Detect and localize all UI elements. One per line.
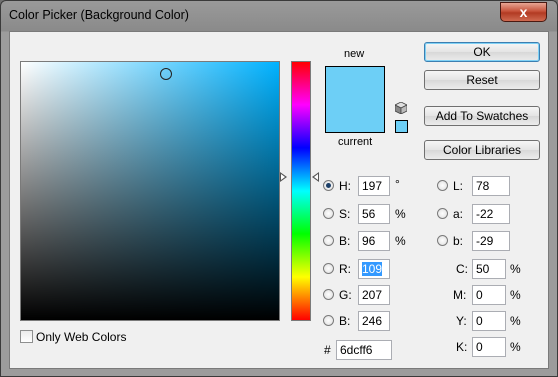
- green-label: G:: [339, 288, 352, 302]
- new-color-swatch: [325, 66, 385, 100]
- saturation-label: S:: [339, 207, 351, 221]
- yellow-input[interactable]: 0: [472, 311, 506, 331]
- lab-a-label: a:: [453, 207, 464, 221]
- lab-b-label: b:: [453, 234, 464, 248]
- hex-input[interactable]: 6dcff6: [336, 340, 392, 360]
- lab-b-input[interactable]: -29: [472, 231, 510, 251]
- hue-unit: °: [395, 177, 400, 191]
- cyan-unit: %: [510, 262, 521, 276]
- current-color-swatch[interactable]: [325, 99, 385, 133]
- new-color-label: new: [344, 48, 365, 60]
- magenta-unit: %: [510, 288, 521, 302]
- hue-input[interactable]: 197: [358, 176, 390, 196]
- blue-input[interactable]: 246: [358, 311, 390, 331]
- blue-label: B:: [339, 314, 351, 328]
- color-picker-window: Color Picker (Background Color) x new cu…: [0, 0, 558, 377]
- black-input[interactable]: 0: [472, 337, 506, 357]
- brightness-label: B:: [339, 234, 351, 248]
- black-label: K:: [456, 340, 468, 354]
- saturation-unit: %: [395, 207, 406, 221]
- lab-a-radio[interactable]: [437, 208, 448, 219]
- hue-slider-right-arrow-icon[interactable]: [312, 172, 319, 182]
- color-libraries-button[interactable]: Color Libraries: [424, 140, 540, 160]
- ok-button[interactable]: OK: [424, 42, 540, 62]
- red-input-value: 109: [362, 262, 383, 276]
- title-bar[interactable]: Color Picker (Background Color) x: [1, 1, 557, 31]
- lab-l-radio[interactable]: [437, 180, 448, 191]
- close-button[interactable]: x: [500, 2, 547, 22]
- red-radio[interactable]: [323, 263, 334, 274]
- web-safe-cube-icon[interactable]: [395, 102, 407, 114]
- brightness-radio[interactable]: [323, 235, 334, 246]
- cyan-input[interactable]: 50: [472, 259, 506, 279]
- lab-l-label: L:: [453, 179, 464, 193]
- web-safe-swatch[interactable]: [395, 120, 408, 133]
- color-field[interactable]: [20, 61, 280, 321]
- yellow-unit: %: [510, 314, 521, 328]
- green-input[interactable]: 207: [358, 285, 390, 305]
- dialog-body: new current OK Reset Add To Swatches Col…: [9, 31, 549, 369]
- green-radio[interactable]: [323, 289, 334, 300]
- cyan-label: C:: [456, 262, 468, 276]
- saturation-input[interactable]: 56: [358, 204, 390, 224]
- only-web-colors-checkbox[interactable]: [20, 330, 33, 343]
- window-title: Color Picker (Background Color): [9, 8, 189, 22]
- add-to-swatches-button[interactable]: Add To Swatches: [424, 106, 540, 126]
- hue-slider-left-arrow-icon[interactable]: [280, 172, 287, 182]
- reset-button[interactable]: Reset: [424, 70, 540, 90]
- hue-radio[interactable]: [323, 180, 334, 191]
- current-color-label: current: [338, 136, 373, 148]
- hue-label: H:: [339, 179, 351, 193]
- hue-slider[interactable]: [291, 61, 311, 321]
- brightness-unit: %: [395, 234, 406, 248]
- color-field-cursor-icon[interactable]: [160, 68, 172, 80]
- lab-b-radio[interactable]: [437, 235, 448, 246]
- black-unit: %: [510, 340, 521, 354]
- brightness-input[interactable]: 96: [358, 231, 390, 251]
- red-label: R:: [339, 262, 351, 276]
- red-input[interactable]: 109: [358, 259, 390, 279]
- magenta-label: M:: [453, 288, 467, 302]
- magenta-input[interactable]: 0: [472, 285, 506, 305]
- yellow-label: Y:: [456, 314, 467, 328]
- lab-a-input[interactable]: -22: [472, 204, 510, 224]
- blue-radio[interactable]: [323, 315, 334, 326]
- lab-l-input[interactable]: 78: [472, 176, 510, 196]
- saturation-radio[interactable]: [323, 208, 334, 219]
- hex-label: #: [324, 343, 331, 357]
- only-web-colors-label[interactable]: Only Web Colors: [36, 330, 126, 344]
- close-icon: x: [519, 4, 528, 20]
